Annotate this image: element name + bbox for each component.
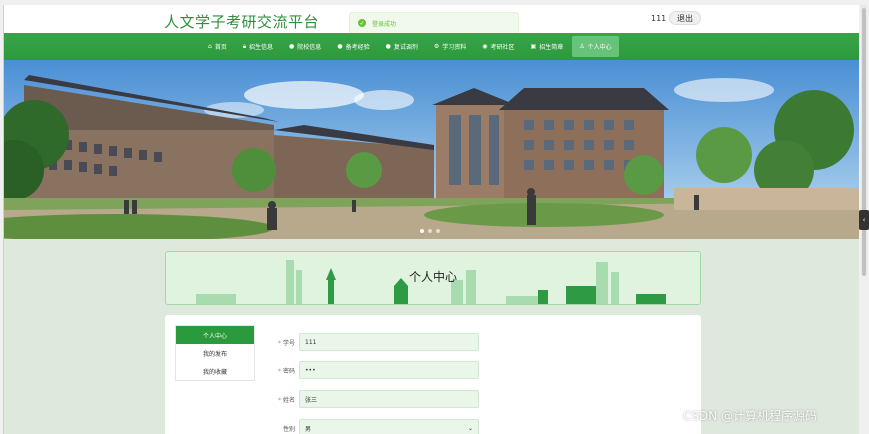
gear-icon: ⚙ bbox=[433, 43, 440, 50]
profile-card: 个人中心 我的发布 我的收藏 * 学号 111 * 密码 ••• * 姓名 张三 性别… bbox=[165, 315, 701, 434]
nav-item-study-materials[interactable]: ⚙ 学习资料 bbox=[427, 36, 473, 57]
page-title-card: 个人中心 bbox=[165, 251, 701, 305]
form-row-name: * 姓名 张三 bbox=[265, 390, 479, 408]
chevron-left-icon: ‹ bbox=[862, 216, 866, 224]
nav-item-personal-center[interactable]: ♙ 个人中心 bbox=[572, 36, 619, 57]
required-marker: * bbox=[277, 339, 281, 347]
nav-item-school-info[interactable]: ● 院校信息 bbox=[282, 36, 328, 57]
nav-item-label: 学习资料 bbox=[442, 44, 467, 51]
site-title: 人文学子考研交流平台 bbox=[164, 13, 320, 31]
page-title: 个人中心 bbox=[408, 270, 457, 284]
home-icon: ⌂ bbox=[208, 43, 212, 50]
page-content: 个人中心 个人中心 我的发布 我的收藏 * 学号 111 * 密码 ••• * 姓名 … bbox=[4, 239, 859, 434]
side-menu: 个人中心 我的发布 我的收藏 bbox=[175, 325, 255, 381]
carousel-dot[interactable] bbox=[428, 229, 432, 233]
lock-icon: 🔒︎ bbox=[242, 42, 247, 50]
top-bar: 人文学子考研交流平台 ✓ 登录成功 111 退出 bbox=[4, 5, 859, 34]
field-label: 学号 bbox=[282, 339, 295, 347]
carousel-dot[interactable] bbox=[436, 229, 440, 233]
toast-message: 登录成功 bbox=[372, 20, 397, 28]
banner-carousel[interactable] bbox=[4, 60, 859, 239]
campus-banner-image bbox=[4, 60, 859, 239]
nav-item-community[interactable]: ◉ 考研社区 bbox=[475, 36, 521, 57]
nav-items: ⌂ 首页 🔒︎ 招生信息 ● 院校信息 ● 备考经验 ● 复试调剂 ⚙ 学习资料 ◉ 考研社区… bbox=[201, 36, 619, 57]
required-marker: * bbox=[277, 396, 281, 404]
scrollbar-thumb[interactable] bbox=[862, 8, 866, 276]
nav-item-label: 院校信息 bbox=[297, 44, 322, 51]
nav-item-exam-experience[interactable]: ● 备考经验 bbox=[330, 36, 376, 57]
circle-icon: ● bbox=[337, 43, 343, 50]
camera-icon: ▣ bbox=[530, 43, 537, 50]
nav-item-retest-adjustment[interactable]: ● 复试调剂 bbox=[379, 36, 425, 57]
form-row-gender: 性别 男 ⌄ bbox=[265, 419, 479, 434]
form-row-student-id: * 学号 111 bbox=[265, 333, 479, 351]
nav-item-label: 备考经验 bbox=[345, 44, 370, 51]
name-input[interactable]: 张三 bbox=[299, 390, 479, 408]
nav-item-label: 首页 bbox=[214, 44, 227, 51]
check-circle-icon: ✓ bbox=[358, 19, 366, 27]
gender-select-value: 男 bbox=[305, 425, 312, 433]
chat-icon: ◉ bbox=[482, 43, 488, 50]
nav-item-label: 招生信息 bbox=[249, 44, 274, 51]
password-input[interactable]: ••• bbox=[299, 361, 479, 379]
user-name: 111 bbox=[651, 14, 667, 23]
carousel-indicators bbox=[420, 229, 440, 233]
side-menu-item-my-posts[interactable]: 我的发布 bbox=[176, 344, 254, 362]
watermark: CSDN @计算机程序源码 bbox=[683, 409, 818, 423]
student-id-input[interactable]: 111 bbox=[299, 333, 479, 351]
field-label: 姓名 bbox=[282, 396, 295, 404]
user-icon: ♙ bbox=[579, 43, 585, 50]
main-navbar: ⌂ 首页 🔒︎ 招生信息 ● 院校信息 ● 备考经验 ● 复试调剂 ⚙ 学习资料 ◉ 考研社区… bbox=[4, 33, 859, 60]
nav-item-label: 招生简章 bbox=[539, 44, 564, 51]
chevron-down-icon: ⌄ bbox=[467, 424, 473, 432]
required-marker: * bbox=[277, 367, 281, 375]
field-label: 密码 bbox=[282, 367, 295, 375]
nav-item-label: 考研社区 bbox=[490, 44, 515, 51]
side-collapse-handle[interactable]: ‹ bbox=[859, 210, 869, 230]
side-menu-item-personal-center[interactable]: 个人中心 bbox=[176, 326, 254, 344]
nav-item-admissions-info[interactable]: 🔒︎ 招生信息 bbox=[236, 36, 280, 57]
carousel-dot[interactable] bbox=[420, 229, 424, 233]
nav-item-label: 复试调剂 bbox=[393, 44, 418, 51]
field-label: 性别 bbox=[282, 425, 295, 433]
logout-button[interactable]: 退出 bbox=[669, 11, 701, 25]
nav-item-admissions-brochure[interactable]: ▣ 招生简章 bbox=[524, 36, 571, 57]
side-menu-item-my-favorites[interactable]: 我的收藏 bbox=[176, 362, 254, 380]
circle-icon: ● bbox=[385, 43, 391, 50]
form-row-password: * 密码 ••• bbox=[265, 361, 479, 379]
browser-viewport: 人文学子考研交流平台 ✓ 登录成功 111 退出 ⌂ 首页 🔒︎ 招生信息 ● 院校信… bbox=[3, 5, 859, 434]
nav-item-label: 个人中心 bbox=[587, 44, 612, 51]
nav-item-home[interactable]: ⌂ 首页 bbox=[201, 36, 234, 57]
gender-select[interactable]: 男 ⌄ bbox=[299, 419, 479, 434]
success-toast: ✓ 登录成功 bbox=[349, 12, 519, 34]
circle-icon: ● bbox=[289, 43, 295, 50]
